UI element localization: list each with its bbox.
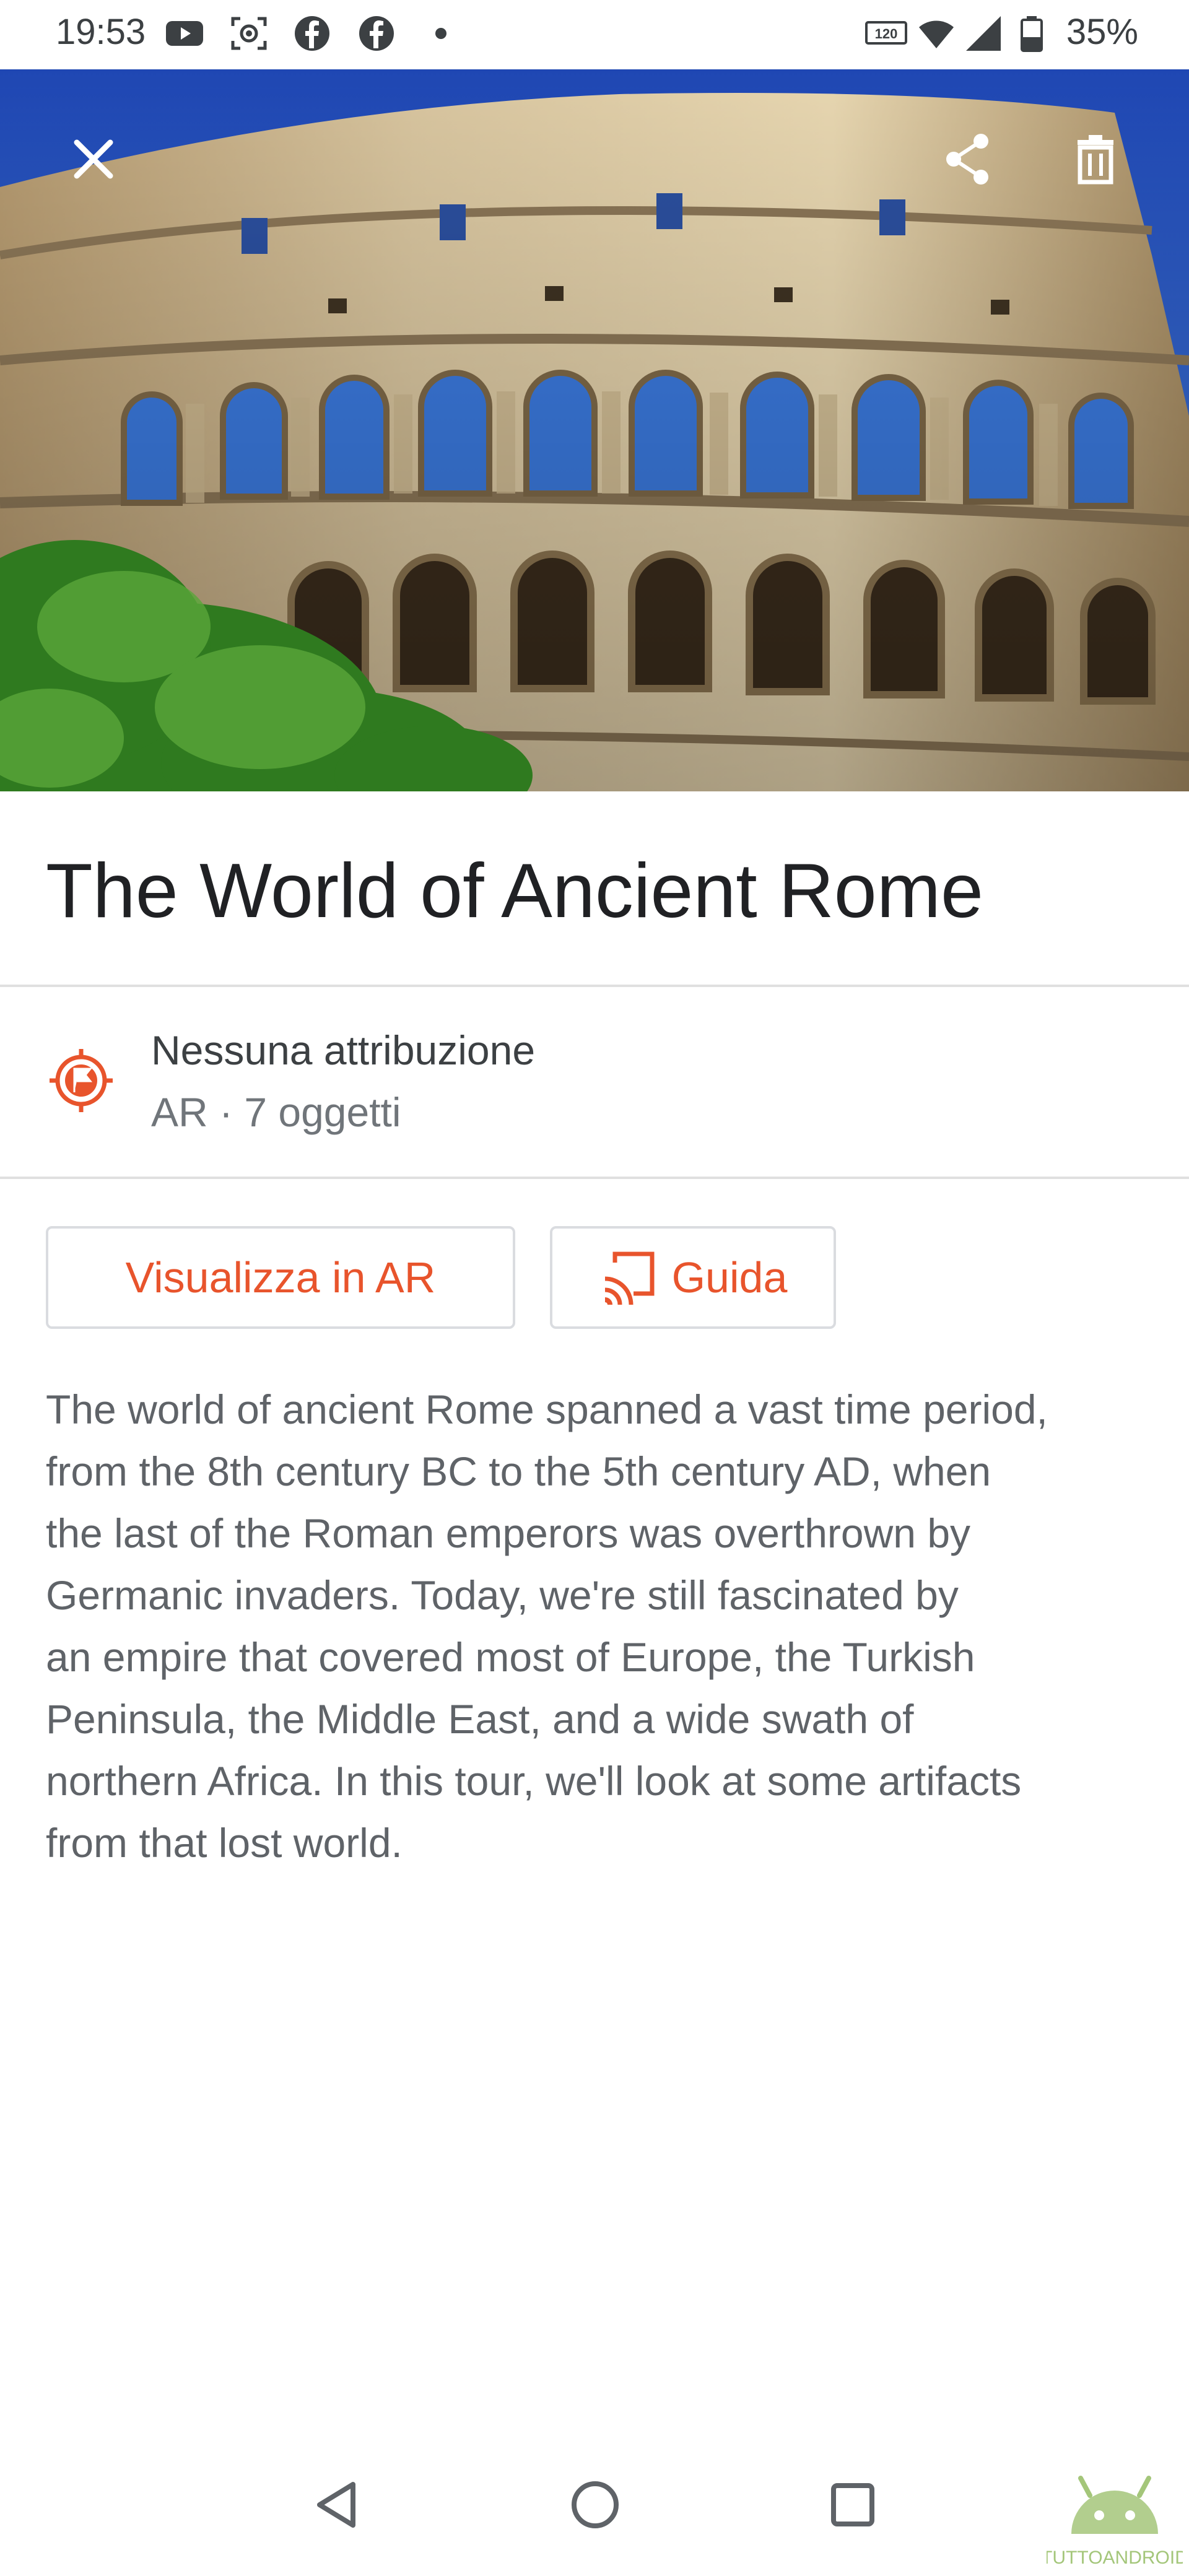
svg-text:120: 120 bbox=[875, 26, 898, 41]
guide-button[interactable]: Guida bbox=[550, 1226, 836, 1329]
hero-image bbox=[0, 69, 1189, 791]
youtube-icon bbox=[166, 21, 203, 46]
tour-description: The world of ancient Rome spanned a vast… bbox=[46, 1386, 1048, 1866]
facebook-icon bbox=[359, 16, 394, 51]
page-title: The World of Ancient Rome bbox=[46, 848, 983, 934]
trash-icon[interactable] bbox=[1068, 131, 1123, 187]
screen-record-icon bbox=[231, 17, 267, 50]
watermark: TUTTOANDROID bbox=[1041, 2466, 1188, 2571]
view-in-ar-button[interactable]: Visualizza in AR bbox=[46, 1226, 515, 1329]
recents-icon[interactable] bbox=[819, 2471, 887, 2539]
colosseum-photo bbox=[0, 69, 1189, 791]
watermark-text: TUTTOANDROID bbox=[1047, 2548, 1183, 2568]
guide-label: Guida bbox=[671, 1253, 788, 1302]
home-icon[interactable] bbox=[561, 2471, 629, 2539]
back-icon[interactable] bbox=[303, 2471, 372, 2539]
android-logo: TUTTOANDROID bbox=[1041, 2476, 1188, 2568]
attribution-title: Nessuna attribuzione bbox=[151, 1027, 536, 1073]
status-time: 19:53 bbox=[56, 12, 146, 52]
flag-marker-icon bbox=[50, 1049, 113, 1112]
battery-percentage: 35% bbox=[1066, 12, 1138, 52]
divider bbox=[0, 985, 1189, 987]
signal-icon bbox=[966, 16, 1001, 51]
wifi-icon bbox=[919, 20, 954, 48]
cast-guide-icon bbox=[604, 1251, 655, 1305]
attribution-subtitle: AR · 7 oggetti bbox=[151, 1089, 401, 1135]
battery-icon bbox=[1021, 16, 1043, 52]
status-bar: 19:53 120 35% bbox=[0, 0, 1189, 69]
facebook-icon bbox=[295, 16, 329, 51]
divider bbox=[0, 1177, 1189, 1179]
view-in-ar-label: Visualizza in AR bbox=[125, 1253, 436, 1302]
close-icon[interactable] bbox=[66, 131, 121, 187]
share-icon[interactable] bbox=[940, 131, 996, 187]
hd-icon: 120 bbox=[865, 21, 907, 45]
dot-icon bbox=[435, 28, 446, 39]
